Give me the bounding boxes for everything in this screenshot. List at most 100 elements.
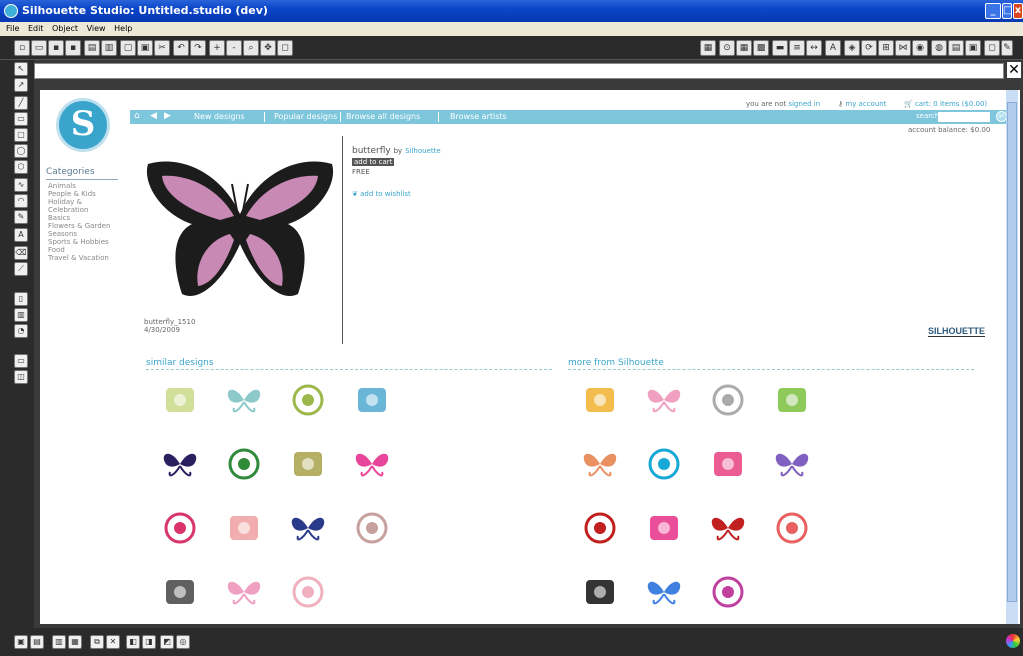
star-wand-design[interactable] [644, 380, 684, 420]
text-style-icon[interactable]: A [825, 40, 841, 56]
menu-file[interactable]: File [6, 22, 19, 36]
wishlist-label[interactable]: add to wishlist [360, 190, 411, 198]
make-compound-icon[interactable]: ▥ [52, 635, 66, 649]
duplicate-icon[interactable]: ⧉ [90, 635, 104, 649]
thanks-oval-design[interactable] [772, 444, 812, 484]
open-file-icon[interactable]: ▭ [31, 40, 47, 56]
ungroup-icon[interactable]: ▤ [30, 635, 44, 649]
category-celebration[interactable]: Celebration [48, 206, 110, 214]
ellipse-tool-icon[interactable]: ◯ [14, 144, 28, 158]
butterfly-vine-design[interactable] [224, 444, 264, 484]
forward-arrow-icon[interactable]: ▶ [164, 111, 171, 121]
cut-style-icon[interactable]: ▩ [753, 40, 769, 56]
back-arrow-icon[interactable]: ◀ [150, 111, 157, 121]
vertical-scrollbar[interactable] [1006, 90, 1018, 624]
page-view-icon[interactable]: ▯ [14, 292, 28, 306]
butterfly-bottle-design[interactable] [224, 572, 264, 612]
release-compound-icon[interactable]: ▦ [68, 635, 82, 649]
category-animals[interactable]: Animals [48, 182, 110, 190]
cart-link[interactable]: cart: 0 items ($0.00) [915, 100, 987, 108]
category-food[interactable]: Food [48, 246, 110, 254]
close-store-icon[interactable]: ✕ [1007, 62, 1021, 78]
text-tool-icon[interactable]: A [14, 228, 28, 242]
category-basics[interactable]: Basics [48, 214, 110, 222]
point-edit-icon[interactable]: ↗ [14, 78, 28, 92]
line-tool-icon[interactable]: ╱ [14, 96, 28, 110]
menu-object[interactable]: Object [52, 22, 78, 36]
home-icon[interactable]: ⌂ [134, 111, 140, 121]
bring-front-icon[interactable]: ◧ [126, 635, 140, 649]
wish-text-design[interactable] [708, 444, 748, 484]
store-icon[interactable]: ▪ [65, 40, 81, 56]
class-of-2011-design[interactable] [772, 380, 812, 420]
transform-icon[interactable]: ⟳ [861, 40, 877, 56]
nav-popular-designs[interactable]: Popular designs [274, 112, 337, 121]
cut-icon[interactable]: ✂ [154, 40, 170, 56]
floral-corner-design[interactable] [160, 444, 200, 484]
split-pane-icon[interactable]: ◫ [14, 370, 28, 384]
menu-edit[interactable]: Edit [28, 22, 44, 36]
rounded-rect-tool-icon[interactable]: ▢ [14, 128, 28, 142]
store-view-icon[interactable]: ◔ [14, 324, 28, 338]
scrollbar-thumb[interactable] [1007, 102, 1017, 602]
redo-icon[interactable]: ↷ [190, 40, 206, 56]
replicate-icon[interactable]: ◈ [844, 40, 860, 56]
fill-color-icon[interactable]: ▬ [772, 40, 788, 56]
delete-icon[interactable]: ✕ [106, 635, 120, 649]
freehand-tool-icon[interactable]: ✎ [14, 210, 28, 224]
zoom-in-icon[interactable]: + [209, 40, 225, 56]
store-panel-icon[interactable]: ▣ [965, 40, 981, 56]
library-icon[interactable]: ▤ [948, 40, 964, 56]
menu-help[interactable]: Help [114, 22, 132, 36]
url-bar[interactable] [34, 63, 1004, 79]
category-travel[interactable]: Travel & Vacation [48, 254, 110, 262]
search-input[interactable] [938, 112, 990, 122]
category-sports[interactable]: Sports & Hobbies [48, 238, 110, 246]
my-account-link[interactable]: my account [845, 100, 886, 108]
joy-ornament-design[interactable] [708, 508, 748, 548]
pen-icon[interactable]: ✎ [1001, 40, 1013, 56]
butterfly-ornament-design[interactable] [288, 572, 328, 612]
send-back-icon[interactable]: ◨ [142, 635, 156, 649]
camera-design[interactable] [580, 572, 620, 612]
category-holiday[interactable]: Holiday & [48, 198, 110, 206]
group-icon[interactable]: ▣ [14, 635, 28, 649]
line-color-icon[interactable]: ≡ [789, 40, 805, 56]
library-view-icon[interactable]: ▥ [14, 308, 28, 322]
nav-browse-artists[interactable]: Browse artists [450, 112, 507, 121]
cloud-sun-design[interactable] [580, 380, 620, 420]
rectangle-tool-icon[interactable]: ▭ [14, 112, 28, 126]
spring-card-design[interactable] [224, 508, 264, 548]
congrats-text-design[interactable] [708, 572, 748, 612]
align-icon[interactable]: ⊞ [878, 40, 894, 56]
undo-icon[interactable]: ↶ [173, 40, 189, 56]
mirror-icon[interactable]: ⋈ [895, 40, 911, 56]
signed-in-link[interactable]: signed in [788, 100, 820, 108]
print-icon[interactable]: ▤ [84, 40, 100, 56]
birdcage-design[interactable] [352, 380, 392, 420]
single-pane-icon[interactable]: ▭ [14, 354, 28, 368]
weld-icon[interactable]: ◩ [160, 635, 174, 649]
add-to-cart-button[interactable]: add to cart [352, 158, 395, 166]
miracle-text-design[interactable] [580, 444, 620, 484]
my-account[interactable]: ⚷ my account [838, 100, 886, 108]
grid-icon[interactable]: ▦ [736, 40, 752, 56]
eraser-tool-icon[interactable]: ⌫ [14, 246, 28, 260]
paste-icon[interactable]: ▣ [137, 40, 153, 56]
category-people-kids[interactable]: People & Kids [48, 190, 110, 198]
confetti-design[interactable] [644, 572, 684, 612]
line-style-icon[interactable]: ↔ [806, 40, 822, 56]
maximize-button[interactable]: □ [1002, 3, 1012, 19]
frame-butterfly-design[interactable] [160, 380, 200, 420]
nav-new-designs[interactable]: New designs [194, 112, 245, 121]
gift-box-design[interactable] [644, 444, 684, 484]
zoom-select-icon[interactable]: ⌕ [243, 40, 259, 56]
letter-l-design[interactable] [644, 508, 684, 548]
color-wheel-icon[interactable] [1006, 634, 1020, 648]
trace-icon[interactable]: ◍ [931, 40, 947, 56]
silhouette-logo[interactable]: S [56, 98, 110, 152]
graduate-2011-design[interactable] [708, 380, 748, 420]
happy-birthday-ornament-design[interactable] [772, 508, 812, 548]
cart[interactable]: 🛒 cart: 0 items ($0.00) [904, 100, 987, 108]
minimize-button[interactable]: _ [985, 3, 1001, 19]
